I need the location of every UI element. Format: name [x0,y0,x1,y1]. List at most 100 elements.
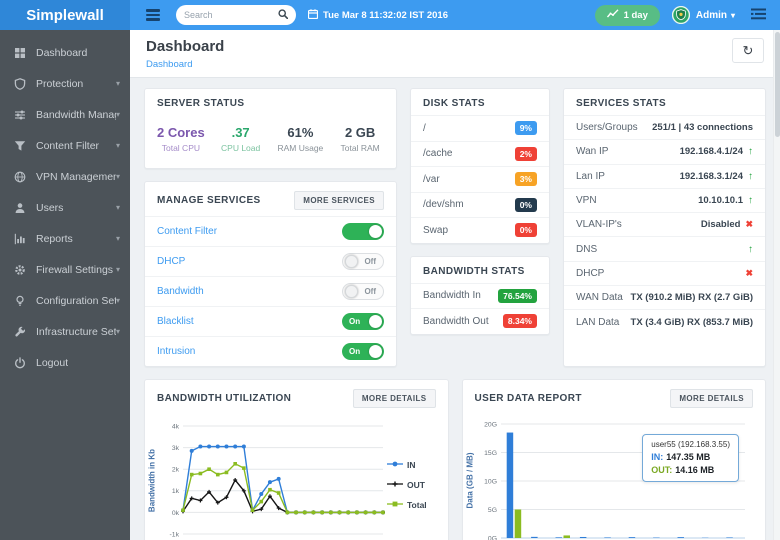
panel-toggle-icon[interactable] [751,8,766,23]
service-toggle-intrusion[interactable]: On [342,343,384,360]
svg-text:2k: 2k [172,467,180,474]
service-link[interactable]: Content Filter [157,226,217,237]
server-stat-total-cpu: 2 CoresTotal CPU [151,125,211,153]
wrench-icon [14,326,27,338]
server-stat-value: .37 [211,125,271,140]
sidebar-item-content-filter[interactable]: Content Filter▾ [0,130,130,161]
services-stat-label: VPN [576,195,597,206]
legend-item-in[interactable]: IN [387,459,433,471]
manage-services-panel: MANAGE SERVICES MORE SERVICES Content Fi… [144,181,397,367]
service-toggle-dhcp[interactable]: Off [342,253,384,270]
search-icon[interactable] [278,9,288,22]
service-link[interactable]: Intrusion [157,346,195,357]
user-data-chart-body: Data (GB / MB) 0G5G10G15G20Guser4...user… [463,414,766,540]
disk-stats-title: DISK STATS [423,98,485,109]
chevron-down-icon: ▾ [116,327,120,336]
sidebar-item-bandwidth-manager[interactable]: Bandwidth Manager▾ [0,99,130,130]
server-stat-cpu-load: .37CPU Load [211,125,271,153]
tooltip-in-value: 147.35 MB [666,452,710,462]
scrollbar-thumb[interactable] [775,32,780,137]
sidebar-item-protection[interactable]: Protection▾ [0,68,130,99]
sidebar-item-users[interactable]: Users▾ [0,192,130,223]
services-stat-row-vlan-ip-s: VLAN-IP'sDisabled✖ [564,212,765,236]
search-input[interactable] [184,10,278,20]
bandwidth-chart-body: Bandwidth in Kb -1k0k1k2k3k4k12345678910… [145,414,448,540]
bandwidth-chart-title: BANDWIDTH UTILIZATION [157,393,291,404]
status-down-icon: ✖ [745,219,753,230]
service-toggle-content-filter[interactable] [342,223,384,240]
legend-marker-icon [387,459,403,471]
status-up-icon: ↑ [748,146,753,157]
bandwidth-chart-ylabel: Bandwidth in Kb [148,436,157,526]
services-stat-value: 192.168.4.1/24↑ [680,146,753,157]
bar-chart-icon [14,233,27,245]
time-range-label: 1 day [624,10,648,21]
legend-label: Total [407,500,427,510]
legend-item-out[interactable]: OUT [387,479,433,491]
services-stat-label: LAN Data [576,317,619,328]
services-stat-text: TX (910.2 MiB) RX (2.7 GiB) [631,292,753,303]
services-stat-row-dhcp: DHCP✖ [564,261,765,285]
brand-logo[interactable]: Simplewall [0,0,130,30]
sidebar-item-configuration-settings[interactable]: Configuration Settings▾ [0,285,130,316]
services-stat-value: 10.10.10.1↑ [698,195,753,206]
sidebar-item-label: Protection [36,78,83,90]
server-stat-value: 2 Cores [151,125,211,140]
service-toggle-blacklist[interactable]: On [342,313,384,330]
disk-label: /var [423,174,440,185]
disk-value-badge: 2% [515,147,537,161]
services-stat-row-vpn: VPN 10.10.10.1↑ [564,188,765,212]
bandwidth-stats-panel: BANDWIDTH STATS Bandwidth In76.54%Bandwi… [410,256,550,335]
status-up-icon: ↑ [748,171,753,182]
sidebar-item-logout[interactable]: Logout [0,347,130,378]
sidebar-item-label: Users [36,202,63,214]
vertical-scrollbar[interactable] [773,30,780,540]
svg-text:10G: 10G [484,478,497,485]
shield-avatar-icon[interactable] [672,6,690,24]
service-row-content-filter: Content Filter [145,216,396,246]
sliders-icon [14,109,27,121]
user-menu[interactable]: Admin ▾ [696,10,735,21]
sidebar-item-vpn-management[interactable]: VPN Management▾ [0,161,130,192]
sidebar-item-infrastructure-settings[interactable]: Infrastructure Settings▾ [0,316,130,347]
disk-row-cache: /cache2% [411,141,549,167]
sidebar-item-label: Logout [36,357,68,369]
bandwidth-row-bandwidth-out: Bandwidth Out8.34% [411,308,549,334]
service-link[interactable]: Bandwidth [157,286,204,297]
more-services-button[interactable]: MORE SERVICES [294,191,384,210]
power-icon [14,357,27,369]
service-row-intrusion: Intrusion On [145,336,396,366]
bandwidth-chart-legend: IN OUT Total [387,416,435,540]
legend-item-total[interactable]: Total [387,499,433,511]
breadcrumb[interactable]: Dashboard [146,59,224,70]
sidebar-item-dashboard[interactable]: Dashboard [0,37,130,68]
disk-label: Swap [423,225,448,236]
sidebar-item-reports[interactable]: Reports▾ [0,223,130,254]
chevron-down-icon: ▾ [116,296,120,305]
services-stat-label: WAN Data [576,292,623,303]
server-status-stats: 2 CoresTotal CPU.37CPU Load61% RAM Usage 2… [145,115,396,168]
server-stat-label: RAM Usage [271,143,331,153]
user-data-more-details-button[interactable]: MORE DETAILS [670,389,753,408]
service-link[interactable]: DHCP [157,256,185,267]
page-header: Dashboard Dashboard ↻ [130,30,780,78]
bandwidth-label: Bandwidth Out [423,316,489,327]
service-row-bandwidth: Bandwidth Off [145,276,396,306]
service-link[interactable]: Blacklist [157,316,194,327]
services-stat-text: TX (3.4 GiB) RX (853.7 MiB) [631,317,753,328]
services-stat-label: Users/Groups [576,122,638,133]
hamburger-icon[interactable] [146,7,160,23]
services-stat-value: 251/1 | 43 connections [652,122,753,133]
bandwidth-stats-rows: Bandwidth In76.54%Bandwidth Out8.34% [411,283,549,334]
user-data-chart-title: USER DATA REPORT [475,393,582,404]
server-stat-value: 61% [271,125,331,140]
refresh-button[interactable]: ↻ [732,38,764,63]
bandwidth-more-details-button[interactable]: MORE DETAILS [353,389,436,408]
services-stat-row-wan-ip: Wan IP192.168.4.1/24↑ [564,139,765,163]
chevron-down-icon: ▾ [116,110,120,119]
service-toggle-bandwidth[interactable]: Off [342,283,384,300]
time-range-button[interactable]: 1 day [595,5,660,26]
dashboard-panels: SERVER STATUS 2 CoresTotal CPU.37CPU Loa… [130,78,780,540]
sidebar-item-firewall-settings[interactable]: Firewall Settings▾ [0,254,130,285]
disk-row-dev-shm: /dev/shm0% [411,192,549,218]
